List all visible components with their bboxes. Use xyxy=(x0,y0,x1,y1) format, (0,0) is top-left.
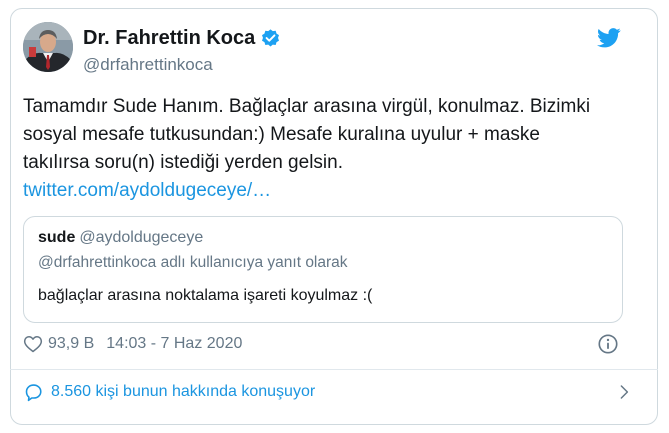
twitter-bird-icon[interactable] xyxy=(597,28,621,48)
quoted-tweet[interactable]: sude @aydoldugeceye @drfahrettinkoca adlı… xyxy=(23,216,623,323)
quoted-author-name: sude xyxy=(38,229,76,246)
speech-bubble-icon xyxy=(23,382,44,403)
tweet-timestamp[interactable]: 14:03 - 7 Haz 2020 xyxy=(106,335,242,353)
tweet-line: takılırsa soru(n) istediği yerden gelsin… xyxy=(23,152,343,173)
quoted-author-handle: @aydoldugeceye xyxy=(79,229,204,246)
author-name-row[interactable]: Dr. Fahrettin Koca xyxy=(83,27,281,50)
author-handle[interactable]: @drfahrettinkoca xyxy=(83,55,213,75)
info-icon[interactable] xyxy=(597,333,619,355)
quoted-reply-context: @drfahrettinkoca adlı kullanıcıya yanıt … xyxy=(38,254,348,271)
tweet-meta: 93,9 B 14:03 - 7 Haz 2020 xyxy=(23,333,242,355)
avatar[interactable] xyxy=(23,22,73,72)
like-count[interactable]: 93,9 B xyxy=(48,335,94,353)
tweet-text: Tamamdır Sude Hanım. Bağlaçlar arasına v… xyxy=(23,93,623,205)
tweet-line: sosyal mesafe tutkusundan:) Mesafe kural… xyxy=(23,124,540,145)
quoted-tweet-text: bağlaçlar arasına noktalama işareti koyu… xyxy=(38,287,373,304)
tweet-link[interactable]: twitter.com/aydoldugeceye/… xyxy=(23,177,623,205)
verified-badge-icon xyxy=(260,28,281,49)
quoted-author: sude @aydoldugeceye xyxy=(38,229,203,247)
tweet-line: Tamamdır Sude Hanım. Bağlaçlar arasına v… xyxy=(23,96,591,117)
conversation-label[interactable]: 8.560 kişi bunun hakkında konuşuyor xyxy=(51,383,315,401)
chevron-right-icon[interactable] xyxy=(615,383,633,401)
divider xyxy=(10,369,658,370)
author-display-name[interactable]: Dr. Fahrettin Koca xyxy=(83,27,255,50)
heart-icon[interactable] xyxy=(23,334,43,354)
conversation-link[interactable]: 8.560 kişi bunun hakkında konuşuyor xyxy=(23,380,633,404)
